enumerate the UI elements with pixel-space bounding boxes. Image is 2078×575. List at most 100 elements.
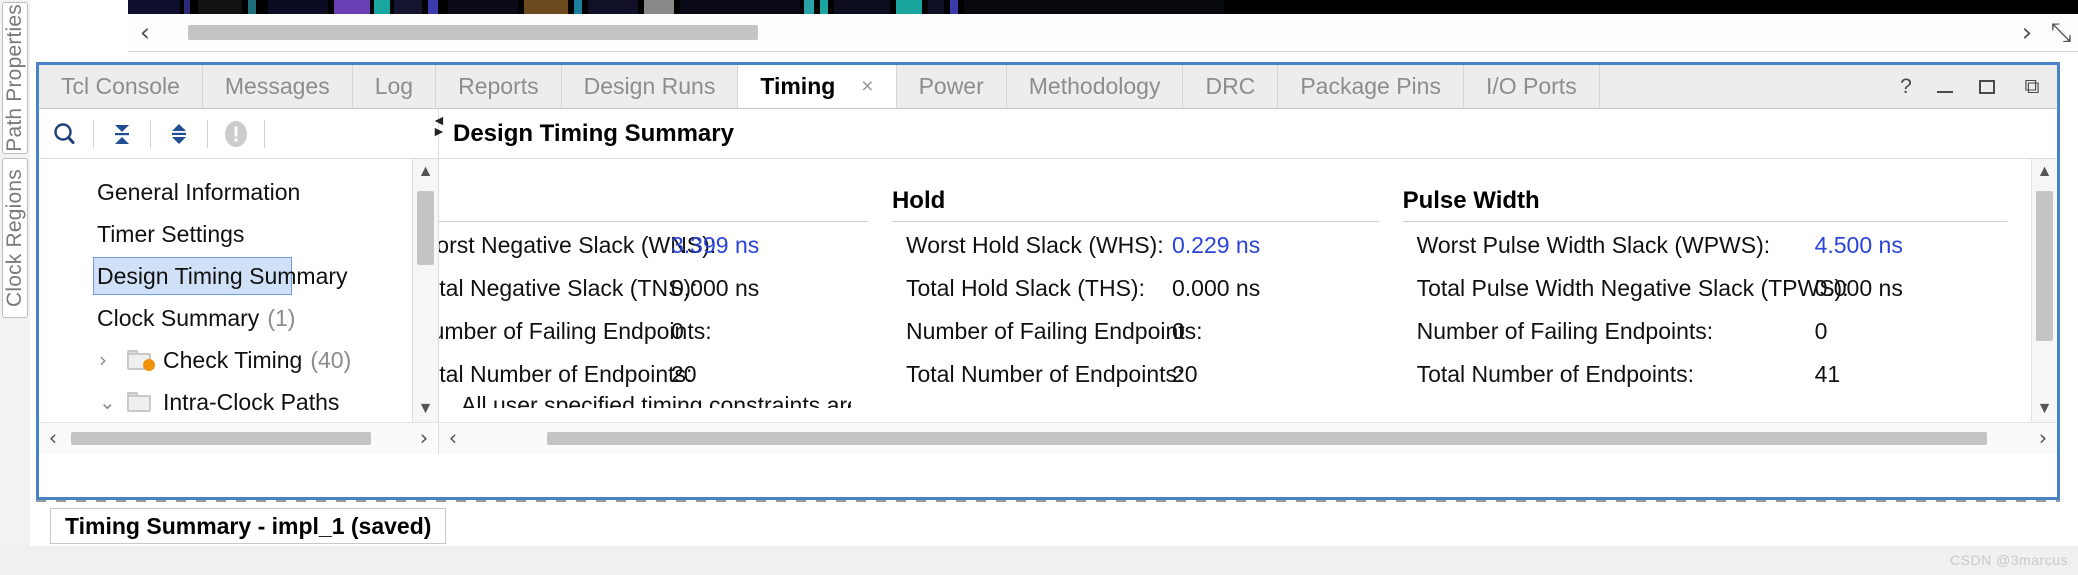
tab-reports[interactable]: Reports [436,65,562,108]
metric-value: 0 [671,318,684,344]
tree-item-label: General Information [97,178,301,205]
metric-value: 0.229 ns [1171,232,1261,258]
metric-label: Total Hold Slack (THS): [905,275,1145,301]
close-icon[interactable]: × [861,75,873,99]
tab-io-ports[interactable]: I/O Ports [1463,65,1600,108]
help-icon[interactable]: ? [1895,75,1917,99]
scroll-down-arrow[interactable]: ▼ [2032,396,2057,422]
scroll-right-arrow[interactable]: › [410,424,438,454]
scroll-up-arrow[interactable]: ▲ [413,159,438,185]
status-badge[interactable]: Timing Summary - impl_1 (saved) [50,508,447,544]
window-tab-bar: Tcl Console Messages Log Reports Design … [39,65,2057,109]
scroll-thumb[interactable] [417,191,434,265]
tab-timing[interactable]: Timing × [738,65,897,108]
folder-icon [127,392,153,412]
column-header-pulse-width: Pulse Width [1402,187,1540,214]
device-horizontal-scrollbar[interactable]: ‹ › ⤡ [128,14,2078,52]
scroll-left-arrow[interactable]: ‹ [128,15,162,51]
metric-value: 20 [671,361,697,387]
constraints-note: All user specified timing constraints ar… [461,392,851,408]
tab-label: Log [374,73,414,99]
scroll-thumb[interactable] [2036,191,2053,341]
scroll-expand-arrow[interactable]: ⤡ [2044,15,2078,51]
tab-drc[interactable]: DRC [1183,65,1279,108]
metric-row-tpws: Total Pulse Width Negative Slack (TPWS):… [1403,275,2031,318]
chevron-down-icon[interactable]: ⌄ [99,390,116,414]
metric-label: Total Pulse Width Negative Slack (TPWS): [1416,275,1849,301]
metric-row-total-endpoints: Total Number of Endpoints: 20 [892,361,1403,404]
column-header-hold: Hold [891,187,946,214]
sidebar-item-clock-regions[interactable]: Clock Regions [2,158,28,318]
tree-item-label: Check Timing [163,346,303,373]
minimize-icon[interactable] [1937,81,1959,93]
panel-splitter-arrows[interactable]: ◄ ► [432,113,446,138]
tab-package-pins[interactable]: Package Pins [1278,65,1464,108]
content-vertical-scrollbar[interactable]: ▲ ▼ [2031,159,2057,422]
sidebar-item-path-properties[interactable]: Path Properties [2,2,28,154]
scroll-thumb[interactable] [188,25,758,40]
column-rule [439,221,868,222]
tree-item-label: Intra-Clock Paths [163,388,340,415]
tab-label: Timing [760,73,836,99]
metric-label: Total Negative Slack (TNS): [439,275,698,301]
tab-design-runs[interactable]: Design Runs [561,65,739,108]
tab-methodology[interactable]: Methodology [1006,65,1184,108]
content-horizontal-scrollbar[interactable]: ‹ › [439,422,2057,454]
tree-horizontal-scrollbar[interactable]: ‹ › [39,422,438,454]
metric-value: 41 [1814,361,1841,387]
tree-item-clock-summary[interactable]: Clock Summary (1) [39,297,412,339]
tree-item-timer-settings[interactable]: Timer Settings [39,213,412,255]
column-rule [1402,221,2008,222]
tab-messages[interactable]: Messages [202,65,353,108]
collapse-all-icon[interactable] [96,109,148,159]
tab-tcl-console[interactable]: Tcl Console [39,65,203,108]
tree-toolbar: ◄ ► [39,109,446,159]
summary-column-pulse-width: Pulse Width Worst Pulse Width Slack (WPW… [1402,187,2031,404]
tree-item-check-timing[interactable]: › Check Timing (40) [39,339,412,381]
tree-item-design-timing-summary[interactable]: Design Timing Summary [39,255,412,297]
search-icon[interactable] [39,109,91,159]
tree-item-label: Design Timing Summary [97,262,348,289]
page-title: Design Timing Summary [453,119,734,147]
chevron-right-icon[interactable]: › [99,348,107,372]
summary-content-pane: tup Worst Negative Slack (WNS): 3.399 ns… [439,159,2057,454]
tab-label: Package Pins [1300,73,1441,99]
metric-row-wpws: Worst Pulse Width Slack (WPWS): 4.500 ns [1403,232,2031,275]
metric-value: 4.500 ns [1814,232,1903,258]
warning-circle-icon[interactable] [210,109,262,159]
tab-bar-filler [1599,65,1895,108]
scroll-track[interactable] [67,421,410,457]
tab-power[interactable]: Power [896,65,1007,108]
scroll-down-arrow[interactable]: ▼ [413,396,438,422]
scroll-left-arrow[interactable]: ‹ [39,424,67,454]
scroll-right-arrow[interactable]: › [2029,424,2057,454]
scroll-thumb[interactable] [547,432,1987,445]
device-view-strip: ‹ › ⤡ [0,0,2078,52]
metric-row-failing-endpoints: Number of Failing Endpoints: 0 [1403,318,2031,361]
scroll-thumb[interactable] [71,432,371,445]
expand-all-icon[interactable] [153,109,205,159]
scroll-track[interactable] [467,421,2029,457]
scroll-left-arrow[interactable]: ‹ [439,424,467,454]
status-label: Timing Summary - impl_1 (saved) [65,512,432,539]
tab-label: I/O Ports [1485,73,1577,99]
tree-item-general-information[interactable]: General Information [39,171,412,213]
metric-row-wns: Worst Negative Slack (WNS): 3.399 ns [439,232,892,275]
path-properties-label: Path Properties [3,4,26,152]
dashed-divider [36,500,2060,502]
bottom-bar [0,546,2078,575]
float-icon[interactable]: ⧉ [2021,75,2043,99]
summary-columns: tup Worst Negative Slack (WNS): 3.399 ns… [439,159,2031,422]
tree-item-intra-clock-paths[interactable]: ⌄ Intra-Clock Paths [39,381,412,423]
maximize-icon[interactable] [1979,79,2001,94]
tab-log[interactable]: Log [352,65,437,108]
tab-label: Tcl Console [61,73,180,99]
tab-label: Methodology [1028,73,1161,99]
scroll-up-arrow[interactable]: ▲ [2032,159,2057,185]
tab-label: Messages [224,73,330,99]
scroll-track[interactable] [162,15,2010,51]
metric-row-ths: Total Hold Slack (THS): 0.000 ns [892,275,1403,318]
panel-body: General Information Timer Settings Desig… [39,159,2057,454]
tree-vertical-scrollbar[interactable]: ▲ ▼ [412,159,438,422]
scroll-right-arrow[interactable]: › [2010,15,2044,51]
